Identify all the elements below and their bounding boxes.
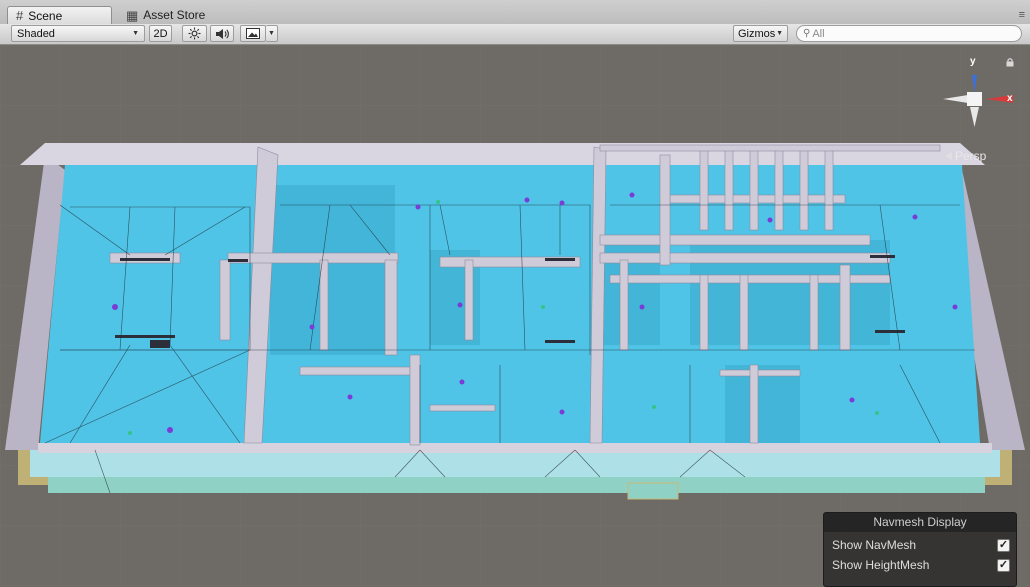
tab-label: Asset Store bbox=[143, 8, 206, 22]
shading-mode-dropdown[interactable]: Shaded ▼ bbox=[11, 25, 145, 42]
center-cube[interactable] bbox=[967, 92, 982, 106]
store-icon: ▦ bbox=[126, 7, 139, 23]
neg-x-axis-cone[interactable] bbox=[943, 95, 968, 103]
chevron-down-icon: ▼ bbox=[268, 30, 275, 37]
effects-toggle-button[interactable] bbox=[240, 25, 266, 42]
navmesh-level-geometry bbox=[0, 45, 1030, 587]
lighting-toggle-button[interactable] bbox=[182, 25, 207, 42]
shading-mode-value: Shaded bbox=[17, 27, 55, 40]
tab-strip: # Scene ▦ Asset Store ≡ bbox=[0, 0, 1030, 25]
gizmo-label-x: x bbox=[1007, 93, 1013, 104]
toggle-2d-button[interactable]: 2D bbox=[149, 25, 172, 42]
image-icon bbox=[246, 28, 260, 39]
speaker-icon bbox=[215, 28, 229, 39]
gizmos-label: Gizmos bbox=[738, 27, 776, 40]
search-placeholder: All bbox=[812, 27, 825, 40]
gizmo-label-y: y bbox=[970, 56, 976, 67]
scene-search-input[interactable]: ⚲ All bbox=[796, 25, 1022, 42]
hash-icon: # bbox=[16, 8, 24, 23]
show-navmesh-checkbox[interactable]: ✓ bbox=[997, 538, 1010, 552]
show-navmesh-label: Show NavMesh bbox=[832, 538, 917, 552]
scene-toolbar: Shaded ▼ 2D ▼ Gizmos ▼ ⚲ All bbox=[0, 24, 1030, 45]
search-icon: ⚲ bbox=[803, 28, 811, 39]
chevron-down-icon: ▼ bbox=[132, 30, 139, 37]
show-heightmesh-row[interactable]: Show HeightMesh ✓ bbox=[832, 556, 1010, 574]
panel-menu-icon[interactable]: ≡ bbox=[1019, 9, 1026, 21]
tab-scene[interactable]: # Scene bbox=[7, 6, 112, 24]
scene-viewport[interactable]: y x Persp Navmesh Display Show NavMesh ✓… bbox=[0, 45, 1030, 587]
tab-asset-store[interactable]: ▦ Asset Store bbox=[118, 6, 218, 24]
navmesh-display-title: Navmesh Display bbox=[824, 513, 1016, 532]
tab-label: Scene bbox=[28, 8, 63, 23]
projection-arrow-icon bbox=[945, 152, 952, 160]
navmesh-display-panel: Navmesh Display Show NavMesh ✓ Show Heig… bbox=[823, 512, 1017, 587]
effects-dropdown[interactable]: ▼ bbox=[266, 25, 278, 42]
show-heightmesh-checkbox[interactable]: ✓ bbox=[997, 558, 1010, 572]
projection-label[interactable]: Persp bbox=[955, 149, 986, 163]
audio-toggle-button[interactable] bbox=[210, 25, 234, 42]
show-navmesh-row[interactable]: Show NavMesh ✓ bbox=[832, 536, 1010, 554]
gizmos-dropdown[interactable]: Gizmos ▼ bbox=[733, 25, 788, 42]
y-axis-cone[interactable] bbox=[972, 75, 977, 93]
chevron-down-icon: ▼ bbox=[776, 30, 783, 37]
lock-icon[interactable] bbox=[1005, 57, 1015, 67]
show-heightmesh-label: Show HeightMesh bbox=[832, 558, 930, 572]
sun-icon bbox=[188, 27, 201, 40]
neg-y-axis-cone[interactable] bbox=[970, 107, 979, 127]
